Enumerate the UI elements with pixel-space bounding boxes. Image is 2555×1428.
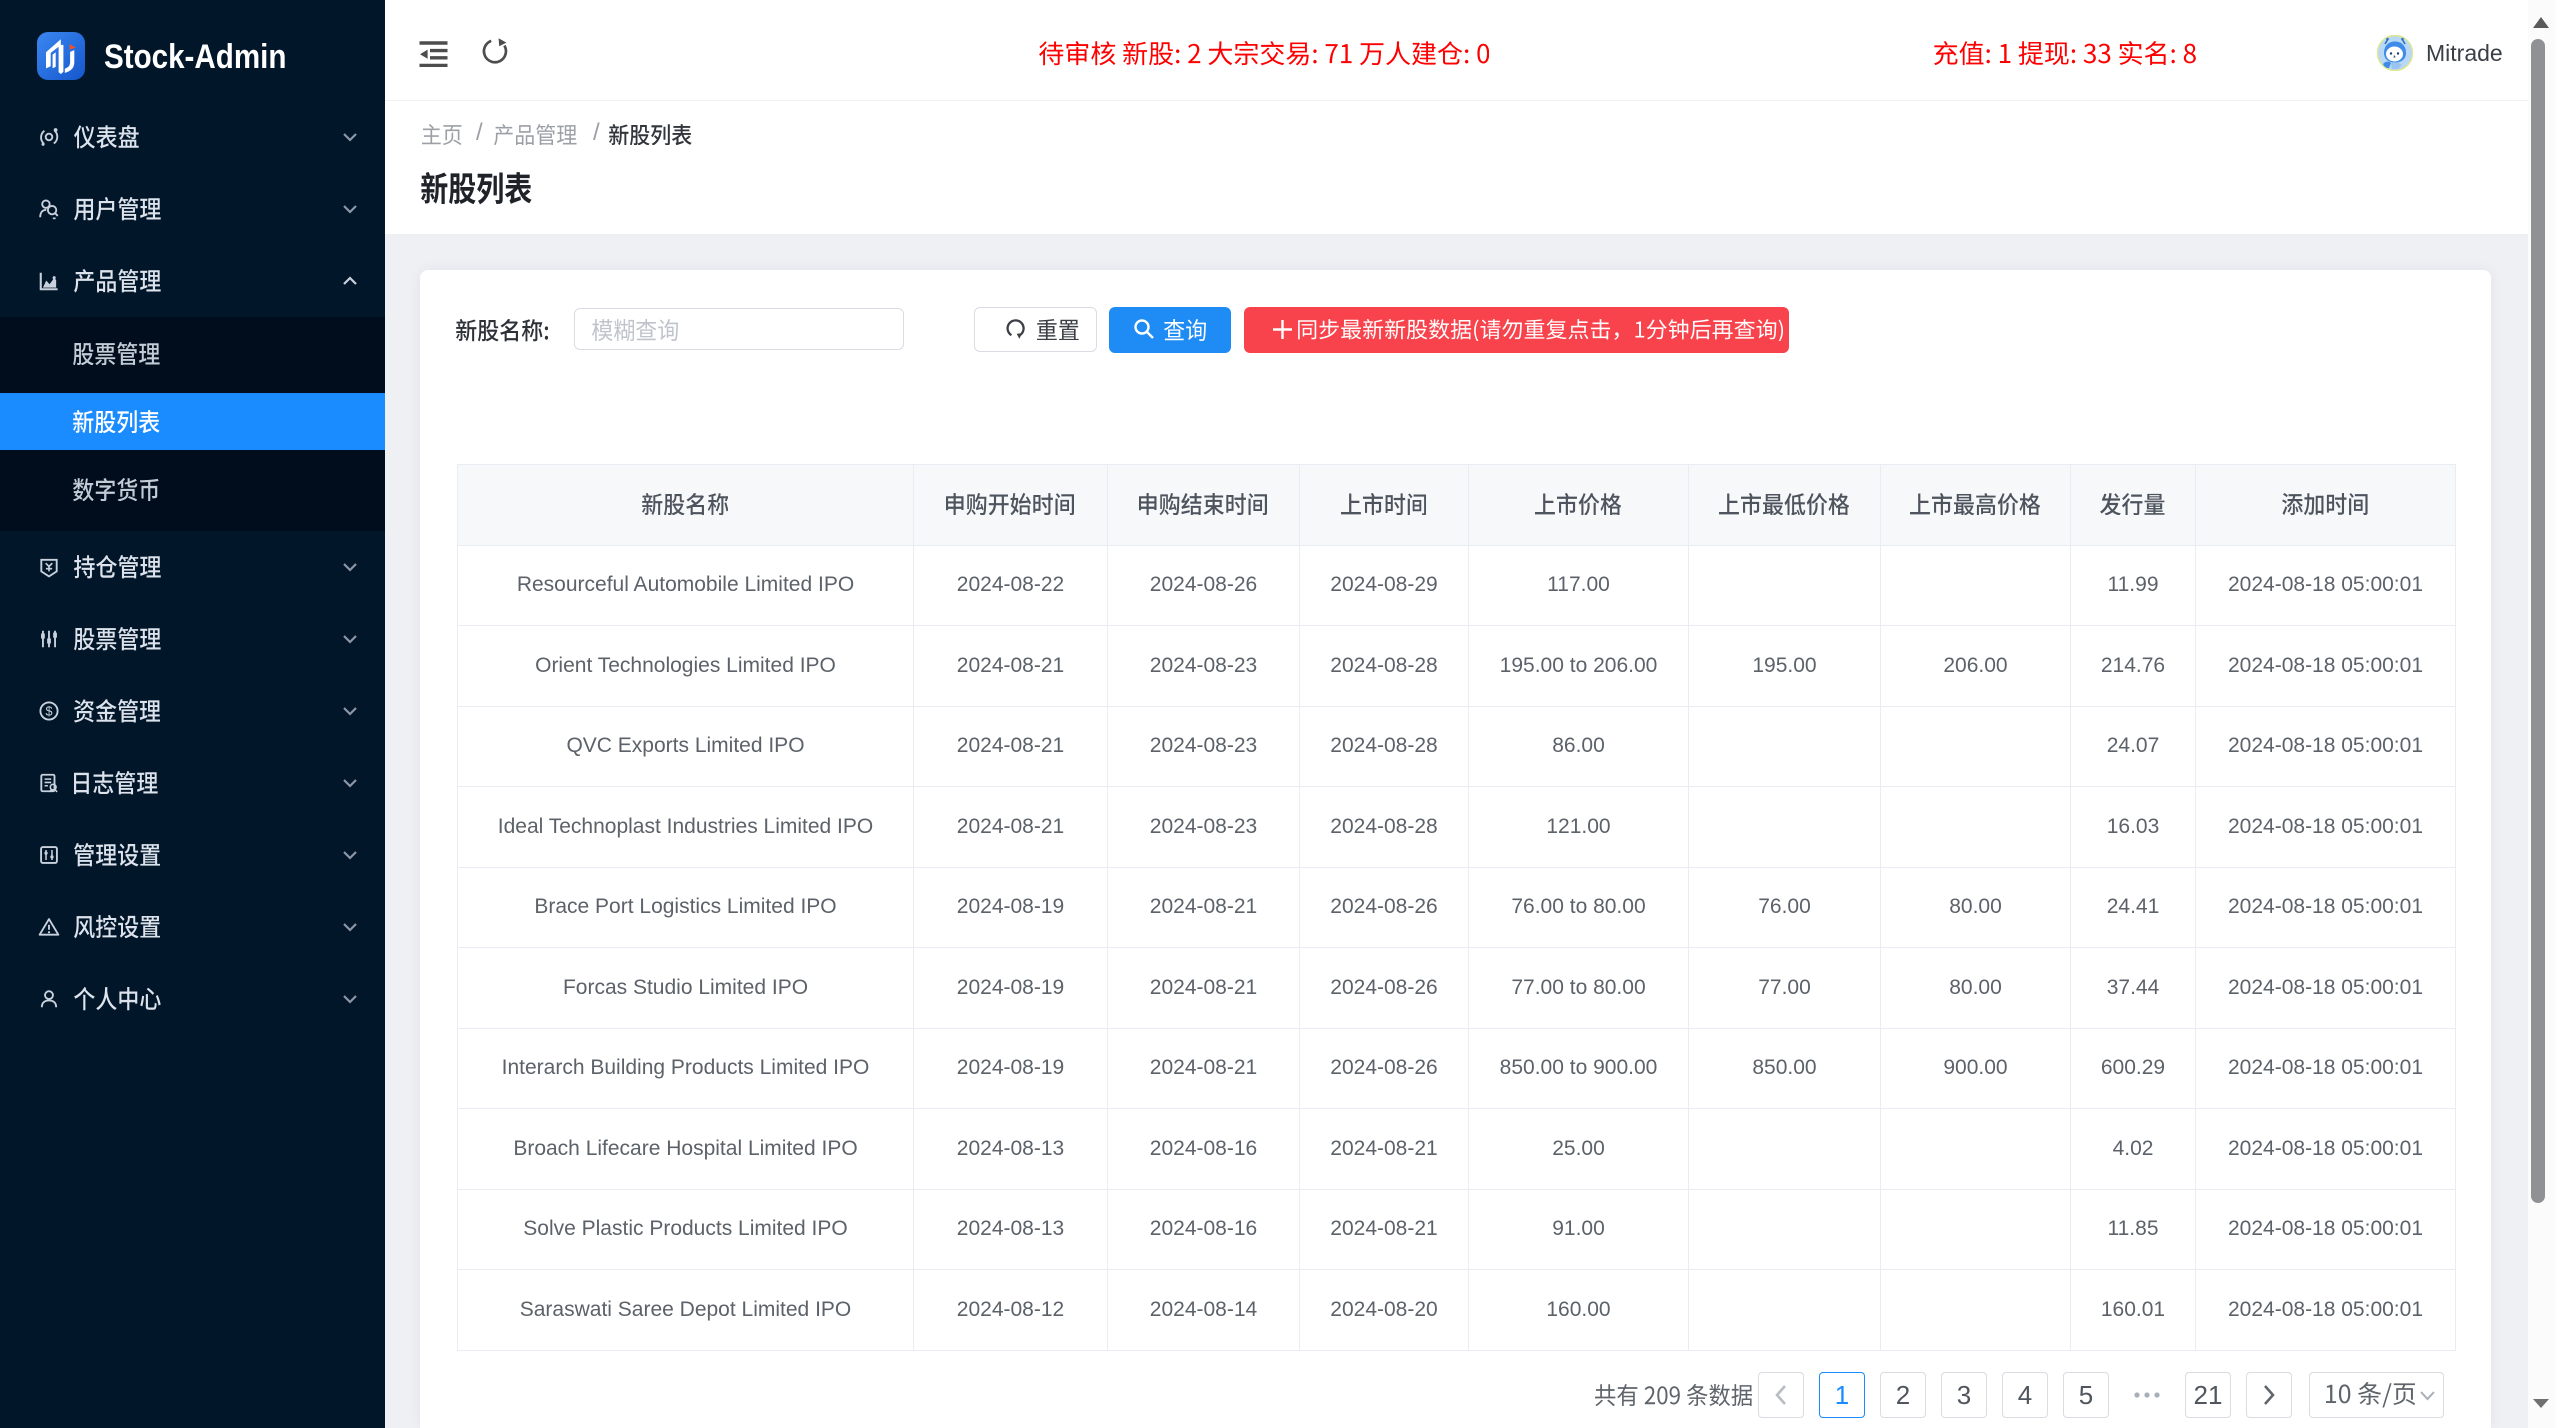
svg-text:$: $ [45, 705, 52, 719]
